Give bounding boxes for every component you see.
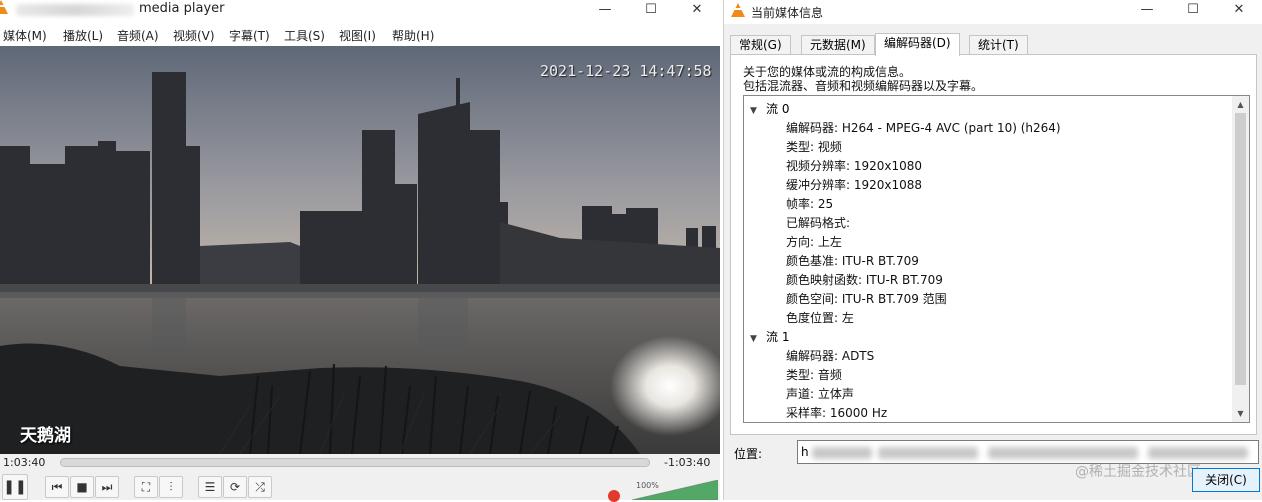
tree-row: 采样率: 16000 Hz <box>786 406 888 420</box>
volume-percent: 100% <box>636 481 659 490</box>
video-area[interactable]: 2021-12-23 14:47:58 天鹅湖 <box>0 46 720 454</box>
chevron-down-icon[interactable]: ▼ <box>750 106 766 116</box>
close-dialog-button[interactable]: 关闭(C) <box>1192 468 1260 492</box>
codec-tree[interactable]: ▼ 流 0 编解码器: H264 - MPEG-4 AVC (part 10) (… <box>743 95 1250 423</box>
extended-settings-button[interactable]: ⫶ <box>159 476 183 498</box>
menu-subtitle[interactable]: 字幕(T) <box>229 27 270 44</box>
location-value: h <box>801 445 809 459</box>
tab-codec[interactable]: 编解码器(D) <box>875 33 960 56</box>
menu-tools[interactable]: 工具(S) <box>284 27 325 44</box>
video-caption: 天鹅湖 <box>20 426 71 446</box>
time-elapsed: 1:03:40 <box>3 456 46 469</box>
description-line-2: 包括混流器、音频和视频编解码器以及字幕。 <box>743 79 984 93</box>
mute-icon[interactable] <box>608 490 620 502</box>
tree-row: 帧率: 25 <box>786 197 834 211</box>
minimize-button[interactable]: — <box>582 0 628 22</box>
menu-bar: 媒体(M) 播放(L) 音频(A) 视频(V) 字幕(T) 工具(S) 视图(I… <box>0 22 720 46</box>
tree-scrollbar[interactable]: ▲ ▼ <box>1232 96 1249 422</box>
tab-statistics[interactable]: 统计(T) <box>969 35 1028 55</box>
location-label: 位置: <box>734 447 763 461</box>
info-titlebar: 当前媒体信息 — ☐ ✕ <box>724 0 1262 24</box>
stream-label: 流 0 <box>766 102 790 116</box>
tab-general[interactable]: 常规(G) <box>730 35 791 55</box>
menu-playback[interactable]: 播放(L) <box>63 27 103 44</box>
info-close-button[interactable]: ✕ <box>1216 0 1262 22</box>
info-minimize-button[interactable]: — <box>1124 0 1170 22</box>
menu-media[interactable]: 媒体(M) <box>3 27 47 44</box>
title-redacted <box>16 4 134 16</box>
stream-label: 流 1 <box>766 330 790 344</box>
pause-button[interactable]: ❚❚ <box>2 474 28 500</box>
window-title: media player <box>139 1 225 16</box>
vlc-window: media player — ☐ ✕ 媒体(M) 播放(L) 音频(A) 视频(… <box>0 0 720 502</box>
stop-button[interactable]: ■ <box>70 476 94 498</box>
codec-panel: 关于您的媒体或流的构成信息。 包括混流器、音频和视频编解码器以及字幕。 ▼ 流 0… <box>730 54 1257 435</box>
info-maximize-button[interactable]: ☐ <box>1170 0 1216 22</box>
vlc-titlebar: media player — ☐ ✕ <box>0 0 720 22</box>
tree-row: 缓冲分辨率: 1920x1088 <box>786 178 923 192</box>
random-button[interactable]: ⤮ <box>248 476 272 498</box>
vlc-cone-icon <box>731 3 745 17</box>
tree-row: 已解码格式: <box>786 216 851 230</box>
next-button[interactable]: ⏭ <box>95 476 119 498</box>
menu-help[interactable]: 帮助(H) <box>392 27 434 44</box>
seek-row: 1:03:40 -1:03:40 <box>0 454 720 472</box>
tab-metadata[interactable]: 元数据(M) <box>801 35 875 55</box>
scroll-up-icon[interactable]: ▲ <box>1232 96 1249 113</box>
tree-stream-0[interactable]: ▼ 流 0 <box>750 100 789 117</box>
seek-slider[interactable] <box>60 458 650 467</box>
tree-row: 类型: 视频 <box>786 140 842 154</box>
tree-row: 类型: 音频 <box>786 368 842 382</box>
close-button[interactable]: ✕ <box>674 0 720 22</box>
menu-view[interactable]: 视图(I) <box>339 27 376 44</box>
tree-row: 颜色基准: ITU-R BT.709 <box>786 254 919 268</box>
tree-row: 色度位置: 左 <box>786 311 854 325</box>
tree-row: 声道: 立体声 <box>786 387 854 401</box>
video-frame <box>0 46 720 454</box>
time-remaining[interactable]: -1:03:40 <box>664 456 710 469</box>
tree-row: 编解码器: H264 - MPEG-4 AVC (part 10) (h264) <box>786 121 1061 135</box>
scroll-thumb[interactable] <box>1235 113 1246 385</box>
scroll-down-icon[interactable]: ▼ <box>1232 405 1249 422</box>
redacted-text <box>988 447 1138 459</box>
tree-row: 方向: 上左 <box>786 235 842 249</box>
media-info-window: 当前媒体信息 — ☐ ✕ 常规(G) 元数据(M) 编解码器(D) 统计(T) … <box>723 0 1262 500</box>
loop-button[interactable]: ⟳ <box>223 476 247 498</box>
vlc-cone-icon <box>0 0 8 14</box>
menu-audio[interactable]: 音频(A) <box>117 27 159 44</box>
tree-row: 视频分辨率: 1920x1080 <box>786 159 923 173</box>
fullscreen-button[interactable]: ⛶ <box>134 476 158 498</box>
video-timestamp: 2021-12-23 14:47:58 <box>540 62 712 80</box>
tree-row: 颜色映射函数: ITU-R BT.709 <box>786 273 943 287</box>
watermark: @稀土掘金技术社区 <box>1075 464 1201 480</box>
redacted-text <box>878 447 978 459</box>
tree-row: 颜色空间: ITU-R BT.709 范围 <box>786 292 947 306</box>
menu-video[interactable]: 视频(V) <box>173 27 215 44</box>
tree-stream-1[interactable]: ▼ 流 1 <box>750 328 789 345</box>
tree-row: 编解码器: ADTS <box>786 349 875 363</box>
previous-button[interactable]: ⏮ <box>45 476 69 498</box>
maximize-button[interactable]: ☐ <box>628 0 674 22</box>
chevron-down-icon[interactable]: ▼ <box>750 334 766 344</box>
redacted-text <box>812 447 872 459</box>
info-window-title: 当前媒体信息 <box>751 6 824 20</box>
redacted-text <box>1148 447 1248 459</box>
playlist-button[interactable]: ☰ <box>198 476 222 498</box>
